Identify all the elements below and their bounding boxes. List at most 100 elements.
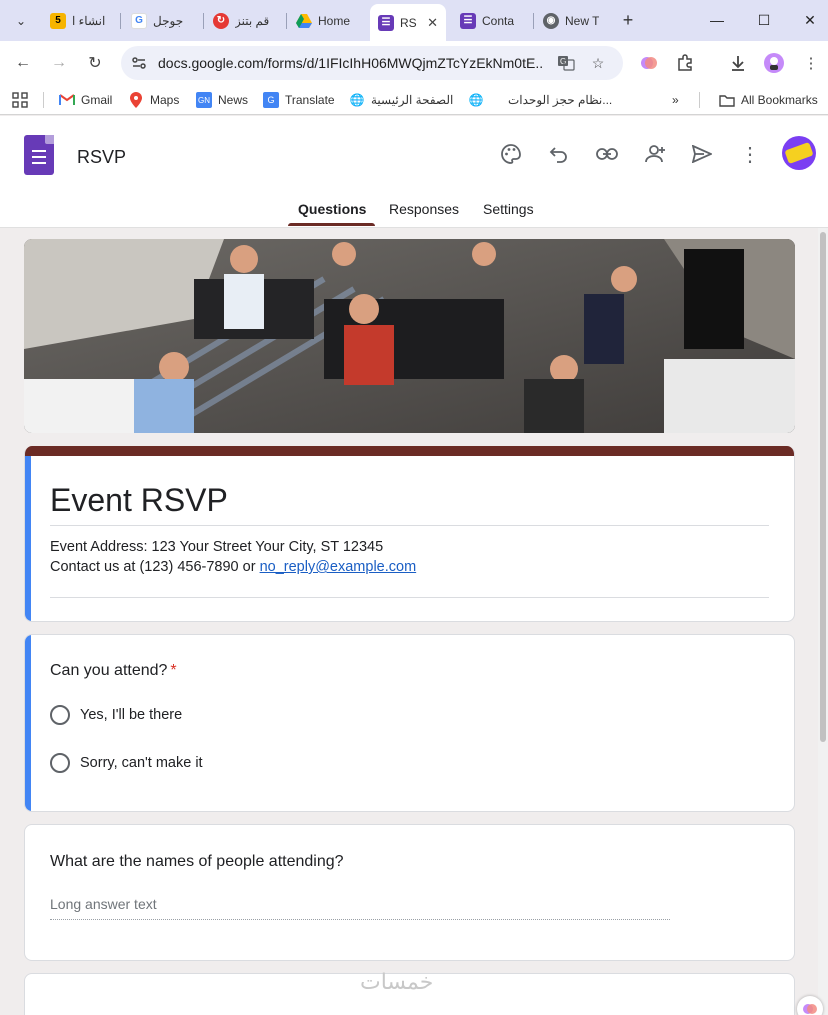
page-scrollbar-thumb[interactable] — [820, 232, 826, 742]
extensions-puzzle-icon[interactable] — [674, 52, 696, 74]
google-drive-favicon-icon — [296, 13, 312, 29]
browser-tab-2[interactable]: G جوجل — [123, 6, 201, 35]
back-arrow-icon[interactable]: ← — [11, 51, 35, 75]
bookmarks-separator — [43, 92, 44, 108]
forms-header: RSVP ⋮ Questions Responses Settings — [0, 116, 828, 228]
bookmark-star-icon[interactable]: ☆ — [589, 54, 607, 72]
url-text[interactable]: docs.google.com/forms/d/1IFIcIhH06MWQjmZ… — [158, 55, 543, 71]
active-card-indicator — [25, 635, 31, 811]
tab-separator — [286, 13, 287, 29]
radio-option-yes[interactable]: Yes, I'll be there — [50, 705, 182, 725]
more-options-kebab-icon[interactable]: ⋮ — [737, 141, 763, 167]
maps-pin-icon — [128, 92, 144, 108]
tab-responses[interactable]: Responses — [389, 201, 459, 217]
question-card-names[interactable]: What are the names of people attending? … — [24, 824, 795, 961]
undo-icon[interactable] — [546, 141, 572, 167]
browser-tab-6[interactable]: ☰ Conta — [452, 6, 532, 35]
browser-tab-5-active[interactable]: ☰ RS ✕ — [370, 4, 446, 41]
tab-separator — [120, 13, 121, 29]
bookmarks-separator — [699, 92, 700, 108]
browser-toolbar: ← → ↻ docs.google.com/forms/d/1IFIcIhH06… — [0, 41, 828, 85]
tab-title: Conta — [482, 13, 515, 28]
contact-text: Contact us at (123) 456-7890 or — [50, 559, 260, 575]
bookmark-label: News — [218, 93, 249, 107]
bookmark-homepage[interactable]: 🌐 الصفحة الرئيسية — [349, 91, 454, 109]
apps-grid-icon[interactable] — [12, 91, 28, 109]
address-bar[interactable]: docs.google.com/forms/d/1IFIcIhH06MWQjmZ… — [121, 46, 623, 80]
tab-separator — [203, 13, 204, 29]
bookmark-news[interactable]: GN News — [196, 91, 248, 109]
tab-title: جوجل — [153, 13, 184, 28]
form-description-line-2[interactable]: Contact us at (123) 456-7890 or no_reply… — [50, 559, 416, 575]
google-forms-favicon-icon: ☰ — [460, 12, 476, 29]
site-settings-icon[interactable] — [131, 55, 147, 71]
watermark-text: خمسات — [360, 970, 434, 995]
google-forms-favicon-icon: ☰ — [378, 14, 394, 31]
minimize-icon[interactable]: — — [704, 8, 730, 32]
user-avatar[interactable] — [782, 136, 816, 170]
bookmark-maps[interactable]: Maps — [128, 91, 179, 109]
radio-option-no[interactable]: Sorry, can't make it — [50, 753, 203, 773]
more-bookmarks-chevron-icon[interactable]: » — [672, 91, 679, 109]
tab-title: New T — [565, 13, 600, 28]
form-description-line-1[interactable]: Event Address: 123 Your Street Your City… — [50, 539, 383, 555]
tab-title: RS — [400, 15, 417, 30]
add-collaborators-icon[interactable] — [642, 141, 668, 167]
download-icon[interactable] — [727, 52, 749, 74]
maximize-icon[interactable]: ☐ — [751, 8, 777, 32]
translate-page-icon[interactable]: G — [557, 54, 575, 72]
profile-avatar-icon[interactable] — [763, 52, 785, 74]
tab-search-chevron-icon[interactable]: ⌄ — [8, 8, 34, 34]
theme-color-bar — [25, 446, 794, 456]
brain-extension-icon[interactable] — [638, 52, 660, 74]
tab-settings[interactable]: Settings — [483, 201, 534, 217]
bookmark-translate[interactable]: G Translate — [263, 91, 335, 109]
send-icon[interactable] — [689, 141, 715, 167]
all-bookmarks-label: All Bookmarks — [741, 93, 818, 107]
title-divider — [50, 525, 769, 526]
browser-tab-4[interactable]: Home — [288, 6, 366, 35]
tab-separator — [533, 13, 534, 29]
radio-button[interactable] — [50, 753, 70, 773]
folder-icon — [719, 92, 735, 108]
new-tab-plus-icon[interactable]: + — [617, 9, 639, 31]
bookmark-gmail[interactable]: Gmail — [59, 91, 112, 109]
active-tab-indicator — [288, 223, 375, 226]
form-title-card[interactable]: Event RSVP Event Address: 123 Your Stree… — [24, 446, 795, 622]
option-label: Sorry, can't make it — [80, 755, 203, 771]
browser-tab-7[interactable]: ◉ New T — [535, 6, 611, 35]
brain-floating-icon[interactable] — [797, 996, 823, 1015]
chrome-menu-kebab-icon[interactable]: ⋮ — [800, 52, 822, 74]
bookmark-booking-system[interactable]: 🌐 نظام حجز الوحدات... — [468, 91, 613, 109]
question-card-attend[interactable]: Can you attend? * Yes, I'll be there Sorr… — [24, 634, 795, 812]
globe-icon: 🌐 — [468, 93, 484, 107]
bookmark-label: Translate — [285, 93, 335, 107]
close-tab-icon[interactable]: ✕ — [427, 15, 438, 31]
browser-tab-3[interactable]: ↻ قم بتنز — [205, 6, 283, 35]
bookmark-label: الصفحة الرئيسية — [371, 93, 454, 107]
customize-theme-palette-icon[interactable] — [498, 141, 524, 167]
form-title[interactable]: Event RSVP — [50, 482, 228, 519]
browser-tab-1[interactable]: 5 انشاء ا — [42, 6, 120, 35]
form-doc-title[interactable]: RSVP — [77, 147, 126, 168]
forward-arrow-icon[interactable]: → — [47, 51, 71, 75]
globe-icon: 🌐 — [349, 93, 365, 107]
close-window-icon[interactable]: ✕ — [797, 8, 823, 32]
party-photo — [24, 239, 795, 433]
all-bookmarks-folder[interactable]: All Bookmarks — [719, 91, 818, 109]
gmail-icon — [59, 92, 75, 108]
description-divider — [50, 597, 769, 598]
tab-questions[interactable]: Questions — [298, 201, 366, 217]
reload-icon[interactable]: ↻ — [83, 51, 107, 75]
bookmark-label: نظام حجز الوحدات... — [508, 93, 613, 107]
email-link[interactable]: no_reply@example.com — [260, 559, 417, 575]
radio-button[interactable] — [50, 705, 70, 725]
translate-icon: G — [263, 92, 279, 108]
copy-link-icon[interactable] — [594, 141, 620, 167]
red-app-favicon-icon: ↻ — [213, 12, 229, 29]
tab-title: قم بتنز — [235, 13, 270, 28]
long-answer-field[interactable]: Long answer text — [50, 896, 670, 920]
google-forms-logo-icon[interactable] — [24, 135, 54, 175]
number-5-favicon-icon: 5 — [50, 12, 66, 29]
bookmarks-bar: Gmail Maps GN News G Translate 🌐 الصفحة … — [0, 85, 828, 115]
